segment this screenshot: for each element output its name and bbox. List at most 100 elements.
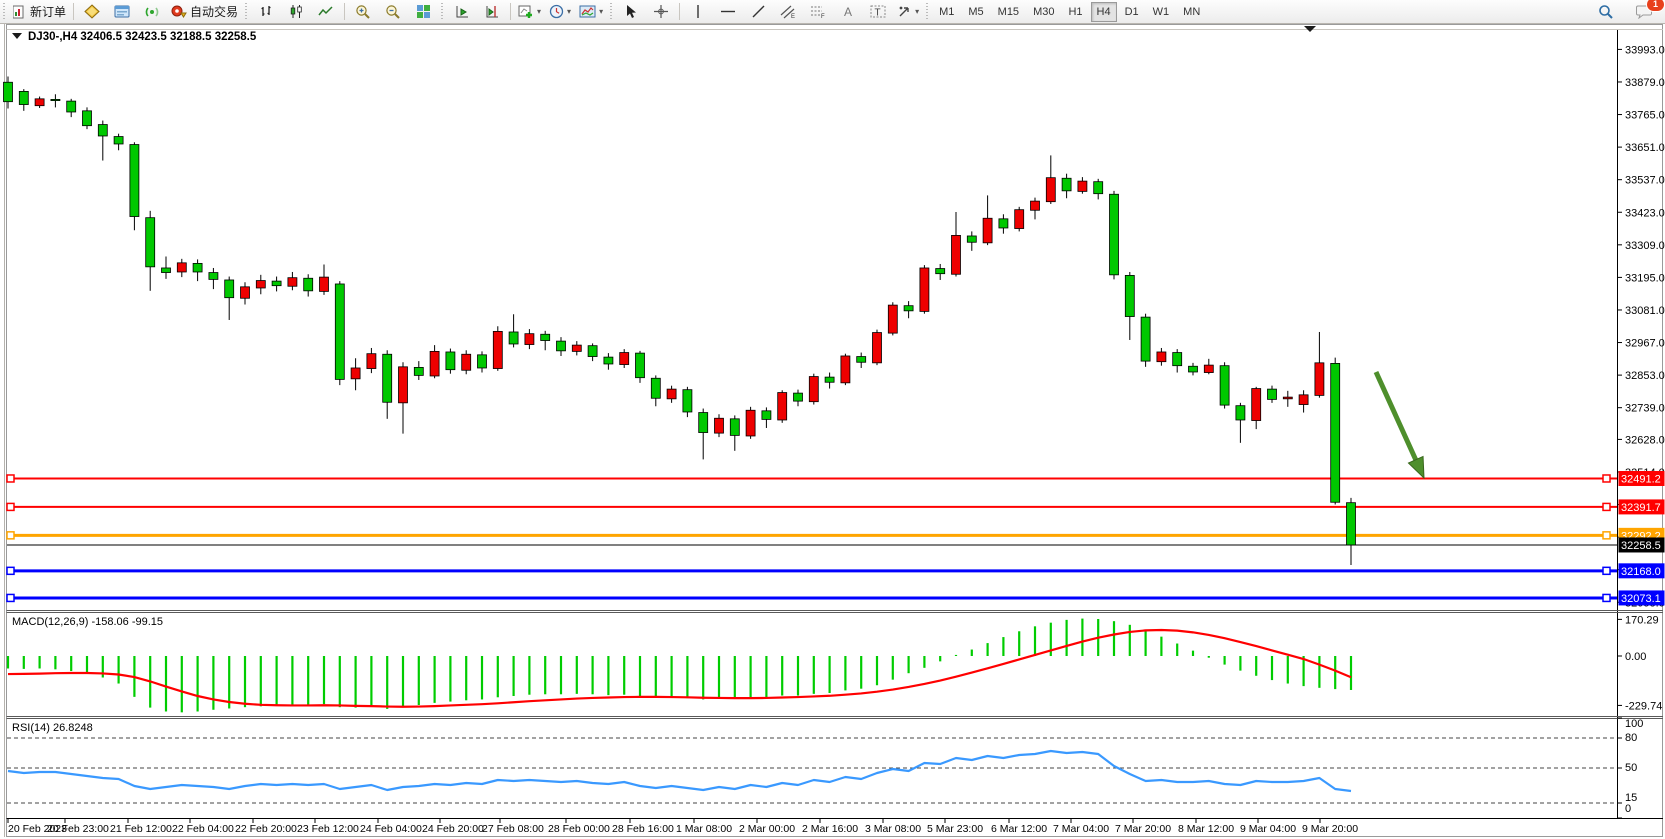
line-handle[interactable] — [1603, 532, 1610, 539]
candlestick-down — [1173, 353, 1182, 366]
candlestick-down — [857, 357, 866, 363]
zoom-in-button[interactable] — [348, 1, 378, 23]
period-button[interactable]: ▾ — [545, 1, 575, 23]
timeframe-M30[interactable]: M30 — [1027, 2, 1060, 22]
candlestick-up — [1315, 363, 1324, 396]
arrows-tool-button[interactable]: ▾ — [893, 1, 923, 23]
candlestick-down — [604, 357, 613, 364]
time-axis-label: 9 Mar 04:00 — [1240, 823, 1296, 835]
time-axis-label: 1 Mar 08:00 — [676, 823, 732, 835]
line-handle[interactable] — [7, 475, 14, 482]
timeframe-W1[interactable]: W1 — [1147, 2, 1176, 22]
price-tick-label: 33651.0 — [1625, 142, 1665, 154]
terminal-button[interactable] — [107, 1, 137, 23]
candlestick-up — [841, 356, 850, 383]
chart-shift-button[interactable] — [477, 1, 507, 23]
line-handle[interactable] — [7, 532, 14, 539]
trendline-tool-button[interactable] — [743, 1, 773, 23]
candlestick-down — [683, 390, 692, 412]
candlestick-down — [699, 413, 708, 433]
crosshair-tool-button[interactable] — [646, 1, 676, 23]
label-tool-button[interactable]: T — [863, 1, 893, 23]
timeframe-D1[interactable]: D1 — [1119, 2, 1145, 22]
new-order-button[interactable]: 新订单 — [9, 1, 70, 23]
time-axis-label: 28 Feb 00:00 — [548, 823, 610, 835]
channel-tool-button[interactable]: E — [773, 1, 803, 23]
candlestick-up — [952, 235, 961, 274]
timeframe-H1[interactable]: H1 — [1062, 2, 1088, 22]
candlestick-down — [825, 377, 834, 382]
candlestick-down — [1062, 178, 1071, 191]
line-handle[interactable] — [1603, 503, 1610, 510]
timeframe-M15[interactable]: M15 — [992, 2, 1025, 22]
new-chart-button[interactable]: ▾ — [514, 1, 545, 23]
autotrade-button[interactable]: 自动交易 — [167, 1, 242, 23]
template-button[interactable]: ▾ — [575, 1, 607, 23]
fibonacci-tool-button[interactable]: F — [803, 1, 833, 23]
candlestick-down — [762, 411, 771, 420]
time-axis-label: 22 Feb 04:00 — [172, 823, 234, 835]
auto-scroll-button[interactable] — [447, 1, 477, 23]
dropdown-caret: ▾ — [915, 8, 919, 16]
main-toolbar: 新订单 自动交易 — [0, 0, 1665, 24]
candlestick-up — [1031, 201, 1040, 210]
cursor-tool-button[interactable] — [616, 1, 646, 23]
price-tick-label: 33765.0 — [1625, 110, 1665, 122]
equidistant-channel-icon: E — [780, 4, 796, 19]
candlestick-down — [1110, 194, 1119, 275]
timeframe-bar: M1M5M15M30H1H4D1W1MN — [932, 2, 1207, 22]
candlestick-up — [715, 418, 724, 433]
price-line-label-text: 32491.2 — [1621, 473, 1661, 485]
timeframe-M1[interactable]: M1 — [933, 2, 960, 22]
text-icon: A — [842, 4, 855, 19]
candlestick-up — [493, 331, 502, 368]
signals-button[interactable] — [137, 1, 167, 23]
candlestick-up — [241, 287, 250, 298]
search-icon — [1598, 4, 1614, 20]
bar-chart-button[interactable] — [251, 1, 281, 23]
time-axis-label: 7 Mar 20:00 — [1115, 823, 1171, 835]
market-watch-button[interactable] — [77, 1, 107, 23]
horizontal-line-tool-button[interactable] — [713, 1, 743, 23]
line-handle[interactable] — [7, 503, 14, 510]
search-button[interactable] — [1591, 1, 1621, 23]
candlestick-down — [1125, 275, 1134, 316]
line-chart-button[interactable] — [311, 1, 341, 23]
toolbar-grip[interactable] — [2, 3, 7, 20]
candlestick-up — [667, 389, 676, 399]
price-tick-label: 33537.0 — [1625, 175, 1665, 187]
line-handle[interactable] — [1603, 567, 1610, 574]
time-axis-label: 7 Mar 04:00 — [1053, 823, 1109, 835]
candlestick-icon — [289, 4, 304, 19]
candlestick-down — [1141, 317, 1150, 361]
macd-tick-label: -229.74 — [1625, 700, 1662, 712]
candlestick-down — [1094, 182, 1103, 194]
candlestick-up — [1283, 397, 1292, 399]
line-handle[interactable] — [7, 594, 14, 601]
candlestick-up — [320, 277, 329, 291]
vertical-line-tool-button[interactable] — [683, 1, 713, 23]
chart-canvas[interactable]: 33993.033879.033765.033651.033537.033423… — [0, 0, 1665, 839]
time-axis-label: 8 Mar 12:00 — [1178, 823, 1234, 835]
auto-scroll-icon — [455, 4, 470, 19]
timeframe-H4[interactable]: H4 — [1091, 2, 1117, 22]
text-tool-button[interactable]: A — [833, 1, 863, 23]
new-order-icon — [13, 5, 27, 19]
timeframe-MN[interactable]: MN — [1177, 2, 1206, 22]
vertical-line-icon — [693, 4, 703, 19]
line-handle[interactable] — [1603, 594, 1610, 601]
candlestick-down — [146, 218, 155, 267]
candlestick-up — [351, 368, 360, 379]
price-tick-label: 33195.0 — [1625, 272, 1665, 284]
zoom-in-icon — [355, 4, 371, 20]
candlestick-button[interactable] — [281, 1, 311, 23]
line-handle[interactable] — [1603, 475, 1610, 482]
candlestick-down — [383, 354, 392, 402]
zoom-out-button[interactable] — [378, 1, 408, 23]
timeframe-M5[interactable]: M5 — [962, 2, 989, 22]
notifications-button[interactable]: 1 — [1629, 1, 1659, 23]
price-tick-label: 32628.0 — [1625, 434, 1665, 446]
tile-windows-button[interactable] — [408, 1, 438, 23]
line-handle[interactable] — [7, 567, 14, 574]
cursor-icon — [624, 4, 638, 19]
